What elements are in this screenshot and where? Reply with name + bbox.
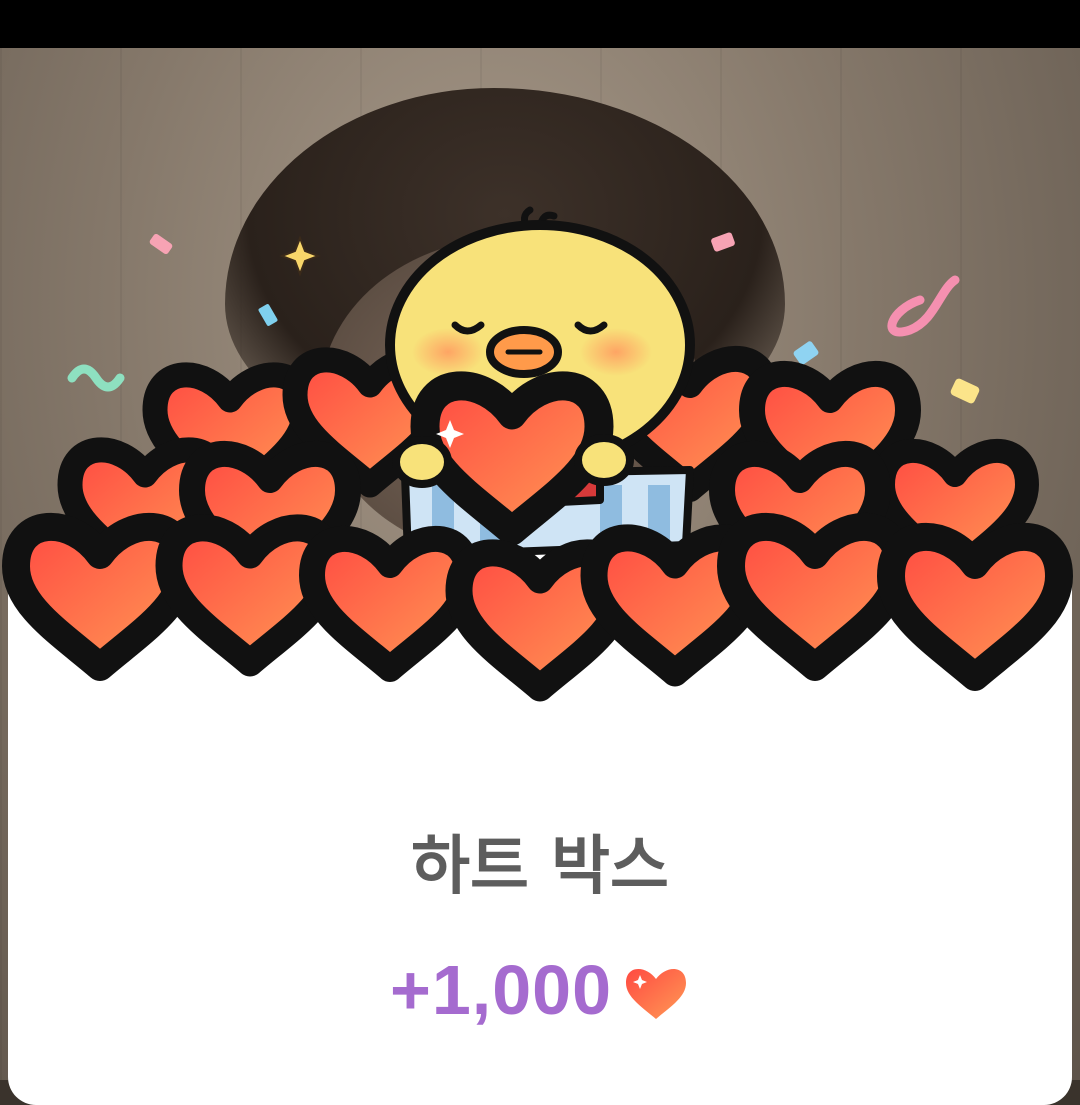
heart-icon bbox=[626, 968, 687, 1019]
reward-title: 하트 박스 bbox=[411, 830, 669, 904]
status-bar bbox=[0, 0, 1080, 48]
reward-amount: +1,000 bbox=[389, 951, 613, 1029]
heart-box-illustration bbox=[0, 206, 1080, 720]
reward-amount-row: +1,000 bbox=[0, 948, 1080, 1032]
